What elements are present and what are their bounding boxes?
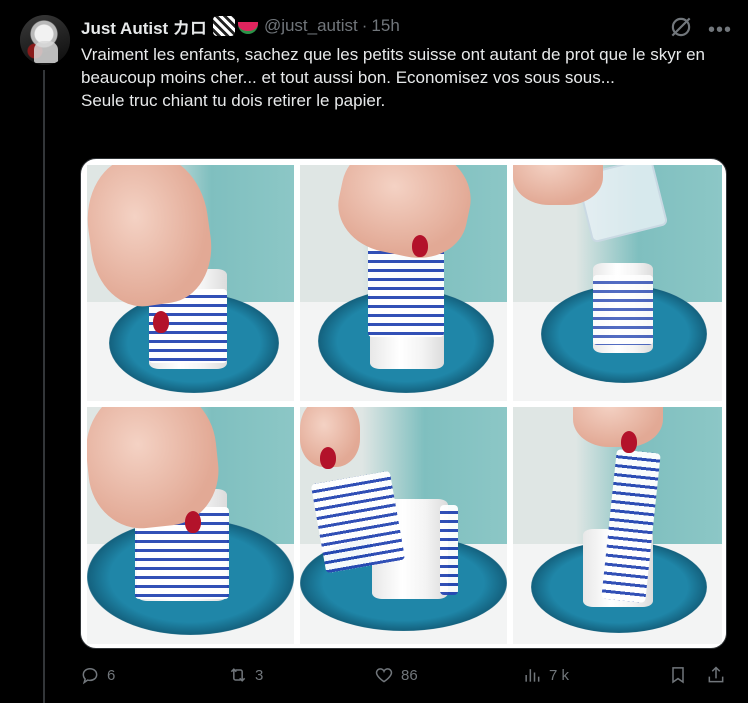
repost-icon bbox=[230, 668, 246, 682]
author-handle[interactable]: @just_autist bbox=[264, 16, 358, 36]
reply-count: 6 bbox=[107, 666, 116, 684]
tweet-top-icons: ••• bbox=[668, 14, 732, 45]
repost-count: 3 bbox=[255, 666, 264, 684]
photo-panel-3 bbox=[513, 165, 722, 401]
heart-icon bbox=[375, 668, 393, 683]
views-button[interactable]: 7 k bbox=[522, 665, 569, 685]
tweet-media-image[interactable] bbox=[80, 158, 727, 649]
views-count: 7 k bbox=[549, 666, 570, 684]
like-count: 86 bbox=[401, 666, 418, 684]
more-icon[interactable]: ••• bbox=[708, 20, 732, 40]
views-icon bbox=[525, 669, 540, 682]
separator-dot: · bbox=[361, 16, 368, 35]
tweet-actions: 6 3 86 7 k bbox=[80, 665, 730, 689]
watermelon-emoji-icon bbox=[237, 22, 258, 34]
grok-icon[interactable] bbox=[668, 14, 694, 45]
reply-icon bbox=[82, 667, 98, 685]
post-time[interactable]: 15h bbox=[371, 16, 399, 36]
photo-panel-5 bbox=[300, 407, 507, 644]
share-button[interactable] bbox=[706, 665, 726, 690]
thread-line bbox=[43, 70, 45, 703]
repost-button[interactable]: 3 bbox=[228, 665, 263, 685]
pattern-emoji-icon bbox=[212, 16, 235, 36]
photo-panel-6 bbox=[513, 407, 722, 644]
avatar-figure bbox=[34, 41, 58, 63]
bookmark-icon bbox=[672, 667, 684, 684]
tweet-text-line-2: Seule truc chiant tu dois retirer le pap… bbox=[81, 91, 386, 110]
reply-button[interactable]: 6 bbox=[80, 665, 115, 685]
photo-panel-2 bbox=[300, 165, 507, 401]
tweet-text: Vraiment les enfants, sachez que les pet… bbox=[81, 43, 731, 112]
photo-panel-1 bbox=[87, 165, 294, 401]
tweet-header: Just Autist カロ @just_autist · 15h bbox=[81, 14, 400, 39]
tweet-text-line-1: Vraiment les enfants, sachez que les pet… bbox=[81, 45, 710, 87]
photo-panel-4 bbox=[87, 407, 294, 644]
avatar[interactable] bbox=[20, 15, 70, 65]
like-button[interactable]: 86 bbox=[374, 665, 418, 685]
bookmark-button[interactable] bbox=[668, 665, 688, 690]
author-name[interactable]: Just Autist カロ bbox=[81, 14, 207, 39]
share-icon bbox=[708, 666, 724, 683]
